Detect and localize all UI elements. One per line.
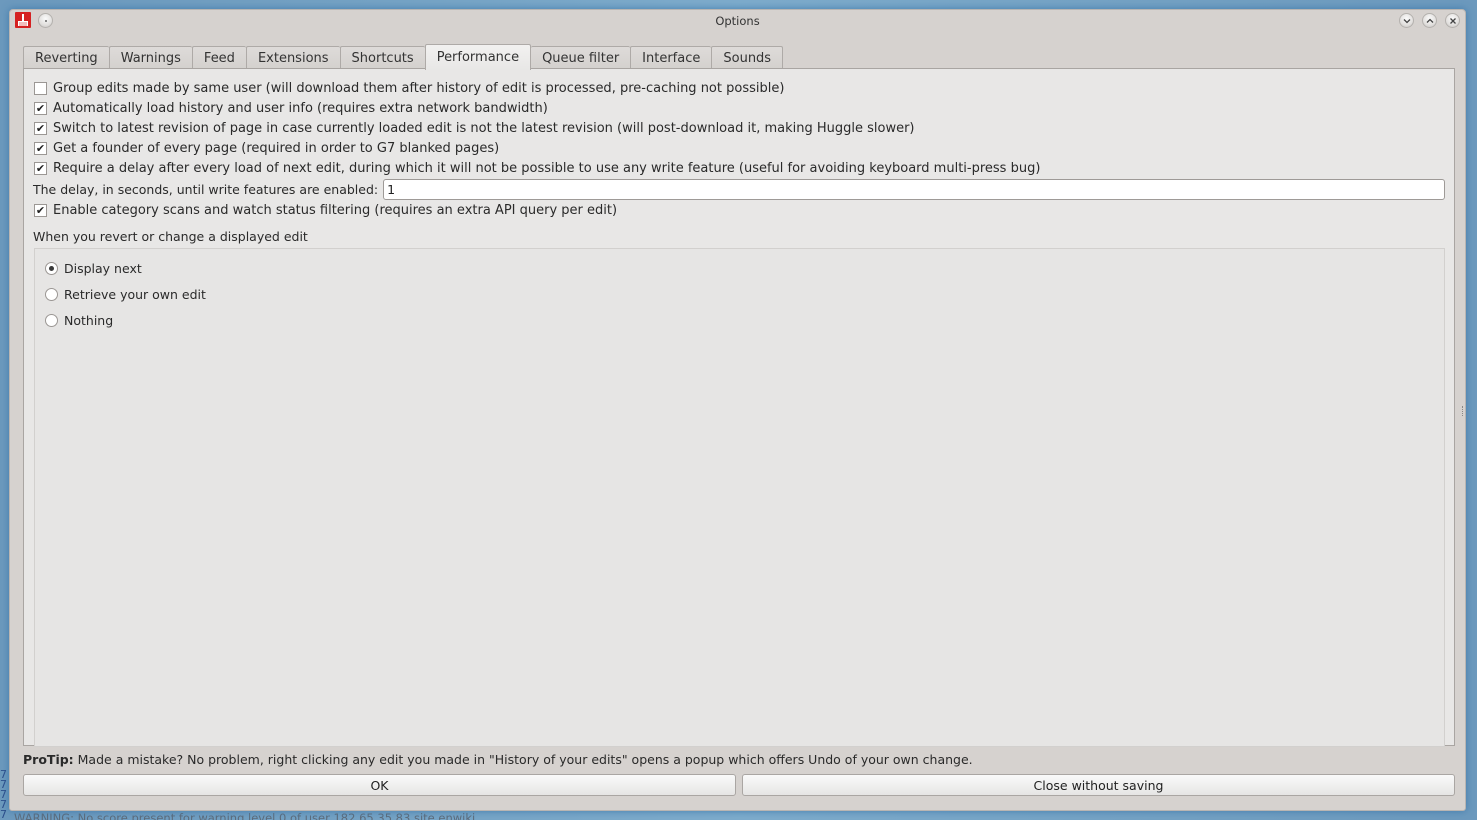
revert-action-group: Display next Retrieve your own edit Noth…	[34, 248, 1445, 747]
group-edits-checkbox[interactable]	[34, 81, 47, 95]
maximize-button[interactable]	[1422, 13, 1437, 28]
tab-extensions[interactable]: Extensions	[245, 46, 340, 70]
radio-button[interactable]	[45, 261, 58, 275]
radio-label: Display next	[64, 260, 142, 276]
radio-label: Retrieve your own edit	[64, 286, 206, 302]
checkbox-label: Get a founder of every page (required in…	[53, 140, 500, 156]
checkbox-label: Group edits made by same user (will down…	[53, 80, 785, 96]
radio-display-next[interactable]: Display next	[45, 259, 142, 277]
close-icon	[1449, 17, 1456, 24]
titlebar[interactable]: Options	[10, 10, 1465, 32]
checkbox-label: Enable category scans and watch status f…	[53, 202, 618, 218]
close-button[interactable]	[1445, 13, 1460, 28]
resize-handle[interactable]	[1462, 406, 1464, 416]
tab-bar: Reverting Warnings Feed Extensions Short…	[23, 44, 784, 70]
checkbox-label: Automatically load history and user info…	[53, 100, 548, 116]
protip-prefix: ProTip:	[23, 752, 74, 767]
group-edits-option[interactable]: Group edits made by same user (will down…	[34, 79, 784, 97]
auto-load-history-checkbox[interactable]: ✔	[34, 101, 47, 115]
radio-retrieve-own-edit[interactable]: Retrieve your own edit	[45, 285, 206, 303]
radio-label: Nothing	[64, 312, 114, 328]
revert-group-label: When you revert or change a displayed ed…	[33, 229, 308, 244]
tab-shortcuts[interactable]: Shortcuts	[339, 46, 425, 70]
background-log-strip: 7 7 7 7 7	[0, 768, 7, 820]
tab-interface[interactable]: Interface	[630, 46, 712, 70]
get-founder-checkbox[interactable]: ✔	[34, 141, 47, 155]
radio-button[interactable]	[45, 313, 58, 327]
checkbox-label: Switch to latest revision of page in cas…	[53, 120, 915, 136]
auto-load-history-option[interactable]: ✔ Automatically load history and user in…	[34, 99, 548, 117]
window-title: Options	[715, 14, 760, 28]
options-dialog: Options Reverting Warnings Feed Extensio…	[9, 9, 1466, 811]
radio-nothing[interactable]: Nothing	[45, 311, 113, 329]
checkbox-label: Require a delay after every load of next…	[53, 160, 1041, 176]
category-scan-option[interactable]: ✔ Enable category scans and watch status…	[34, 201, 617, 219]
tab-sounds[interactable]: Sounds	[711, 46, 784, 70]
ok-button[interactable]: OK	[23, 774, 736, 796]
chevron-up-icon	[1426, 18, 1433, 23]
tab-feed[interactable]: Feed	[191, 46, 246, 70]
delay-input[interactable]	[383, 178, 1445, 200]
require-delay-checkbox[interactable]: ✔	[34, 161, 47, 175]
radio-button[interactable]	[45, 287, 58, 301]
chevron-down-icon	[1403, 18, 1410, 23]
close-without-saving-button[interactable]: Close without saving	[742, 774, 1455, 796]
delay-label: The delay, in seconds, until write featu…	[33, 181, 379, 197]
category-scan-checkbox[interactable]: ✔	[34, 203, 47, 217]
tab-warnings[interactable]: Warnings	[108, 46, 192, 70]
minimize-button[interactable]	[1399, 13, 1414, 28]
switch-latest-revision-checkbox[interactable]: ✔	[34, 121, 47, 135]
protip-text: ProTip: Made a mistake? No problem, righ…	[23, 752, 973, 767]
delay-row: The delay, in seconds, until write featu…	[33, 178, 1445, 200]
tab-performance[interactable]: Performance	[424, 44, 532, 70]
require-delay-option[interactable]: ✔ Require a delay after every load of ne…	[34, 159, 1040, 177]
protip-body: Made a mistake? No problem, right clicki…	[73, 752, 973, 767]
tab-reverting[interactable]: Reverting	[23, 46, 109, 70]
tab-queue-filter[interactable]: Queue filter	[531, 46, 631, 70]
background-status-text: WARNING: No score present for warning le…	[14, 811, 476, 820]
switch-latest-revision-option[interactable]: ✔ Switch to latest revision of page in c…	[34, 119, 915, 137]
get-founder-option[interactable]: ✔ Get a founder of every page (required …	[34, 139, 499, 157]
performance-panel: Group edits made by same user (will down…	[23, 68, 1455, 747]
